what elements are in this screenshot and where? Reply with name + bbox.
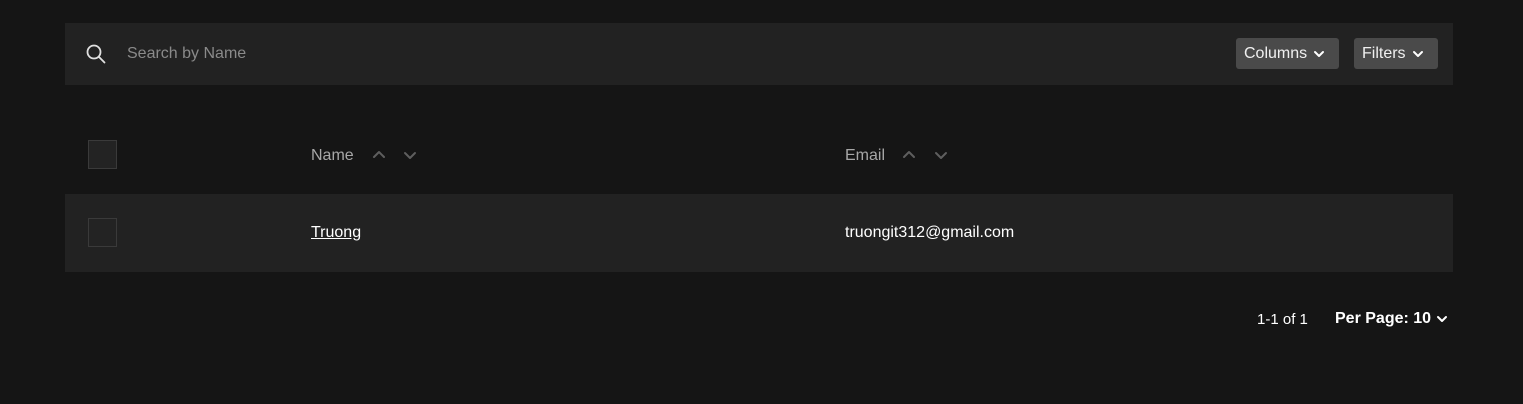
per-page-label: Per Page: 10 [1335,310,1432,327]
search-icon[interactable] [85,43,107,65]
columns-button[interactable]: Columns [1236,38,1339,69]
filters-button-label: Filters [1362,44,1406,62]
table-toolbar: Columns Filters [65,23,1453,85]
row-name-link[interactable]: Truong [311,224,361,242]
chevron-down-icon [1437,316,1448,322]
chevron-down-icon [1412,50,1423,57]
sort-descending-icon[interactable] [403,148,417,162]
sort-ascending-icon[interactable] [372,148,386,162]
columns-button-label: Columns [1244,44,1308,62]
table-header-row: Name Email [65,118,1453,194]
per-page-select[interactable]: Per Page: 10 [1335,310,1448,328]
select-all-checkbox[interactable] [88,140,117,169]
filters-button[interactable]: Filters [1354,38,1438,69]
pagination-range: 1-1 of 1 [1257,311,1308,328]
row-checkbox[interactable] [88,218,117,247]
table-row[interactable]: Truong truongit312@gmail.com [65,194,1453,272]
column-header-name[interactable]: Name [311,147,354,165]
chevron-down-icon [1314,50,1325,57]
column-header-email[interactable]: Email [845,147,885,165]
sort-descending-icon[interactable] [934,148,948,162]
sort-ascending-icon[interactable] [902,148,916,162]
search-input[interactable] [117,39,737,69]
row-email: truongit312@gmail.com [845,224,1015,241]
